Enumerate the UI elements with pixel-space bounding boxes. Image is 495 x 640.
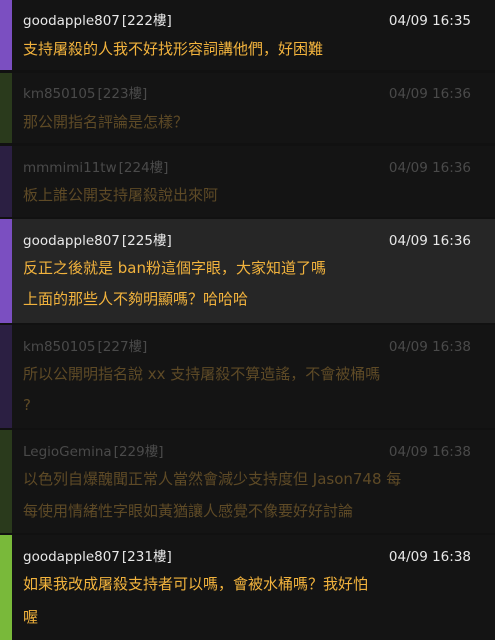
username-text[interactable]: goodapple807 — [23, 233, 120, 249]
username-text[interactable]: LegioGemina — [23, 444, 112, 460]
username-text[interactable]: km850105 — [23, 86, 96, 102]
comment-text-line: 每使用情緒性字眼如黃猶讓人感覺不像要好好討論 — [23, 502, 354, 520]
comment-text-line: 所以公開明指名說 xx 支持屠殺不算造謠，不會被桶嗎 — [23, 365, 381, 383]
comment-item[interactable]: goodapple807 [231樓] 04/09 16:38 如果我改成屠殺支持… — [0, 535, 495, 640]
comment-time: 04/09 16:38 — [388, 339, 471, 355]
comment-time: 04/09 16:38 — [388, 444, 471, 460]
author-color-bar — [0, 325, 12, 428]
comment-text-line: 那公開指名評論是怎樣？ — [23, 113, 189, 131]
comment-item[interactable]: goodapple807 [225樓] 04/09 16:36 反正之後就是 ba… — [0, 219, 495, 323]
comment-time: 04/09 16:36 — [388, 86, 471, 102]
comment-username[interactable]: LegioGemina [229樓] — [23, 443, 163, 461]
author-color-bar — [0, 146, 12, 217]
comment-time: 04/09 16:36 — [388, 233, 471, 249]
comment-text-line: 板上誰公開支持屠殺說出來阿 — [23, 186, 219, 204]
comment-text-line: 如果我改成屠殺支持者可以嗎，會被水桶嗎？我好怕 — [23, 575, 369, 593]
comment-username[interactable]: mmmimi11tw [224樓] — [23, 159, 168, 177]
comment-item[interactable]: mmmimi11tw [224樓] 04/09 16:36 板上誰公開支持屠殺說出… — [0, 146, 495, 217]
floor-number: [231樓] — [121, 549, 172, 565]
comment-text-line: 上面的那些人不夠明顯嗎？哈哈哈 — [23, 290, 249, 308]
comment-text-line: ? — [23, 396, 31, 414]
comment-username[interactable]: goodapple807 [231樓] — [23, 548, 172, 566]
author-color-bar — [0, 535, 12, 640]
floor-number: [224樓] — [118, 160, 169, 176]
author-color-bar — [0, 430, 12, 533]
comment-item[interactable]: km850105 [227樓] 04/09 16:38 所以公開明指名說 xx 支… — [0, 325, 495, 428]
comment-text-line: 喔 — [23, 608, 39, 626]
username-text[interactable]: goodapple807 — [23, 13, 120, 29]
comment-time: 04/09 16:35 — [388, 13, 471, 29]
floor-number: [225樓] — [121, 233, 172, 249]
comment-text-line: 以色列自爆醜聞正常人當然會減少支持度但 Jason748 每 — [23, 470, 402, 488]
username-text[interactable]: goodapple807 — [23, 549, 120, 565]
comment-item[interactable]: LegioGemina [229樓] 04/09 16:38 以色列自爆醜聞正常人… — [0, 430, 495, 533]
floor-number: [223樓] — [97, 86, 148, 102]
floor-number: [227樓] — [97, 339, 148, 355]
comment-username[interactable]: km850105 [223樓] — [23, 85, 147, 103]
comment-list: goodapple807 [222樓] 04/09 16:35 支持屠殺的人我不好… — [0, 0, 495, 640]
comment-text-line: 支持屠殺的人我不好找形容詞講他們，好困難 — [23, 40, 324, 58]
comment-time: 04/09 16:36 — [388, 160, 471, 176]
comment-username[interactable]: goodapple807 [222樓] — [23, 12, 172, 30]
author-color-bar — [0, 219, 12, 323]
comment-username[interactable]: km850105 [227樓] — [23, 338, 147, 356]
username-text[interactable]: mmmimi11tw — [23, 160, 117, 176]
comment-item[interactable]: goodapple807 [222樓] 04/09 16:35 支持屠殺的人我不好… — [0, 0, 495, 70]
username-text[interactable]: km850105 — [23, 339, 96, 355]
author-color-bar — [0, 0, 12, 70]
author-color-bar — [0, 73, 12, 143]
comment-item[interactable]: km850105 [223樓] 04/09 16:36 那公開指名評論是怎樣？ — [0, 73, 495, 143]
floor-number: [229樓] — [113, 444, 164, 460]
comment-time: 04/09 16:38 — [388, 549, 471, 565]
floor-number: [222樓] — [121, 13, 172, 29]
comment-username[interactable]: goodapple807 [225樓] — [23, 232, 172, 250]
comment-text-line: 反正之後就是 ban粉這個字眼，大家知道了嗎 — [23, 259, 326, 277]
